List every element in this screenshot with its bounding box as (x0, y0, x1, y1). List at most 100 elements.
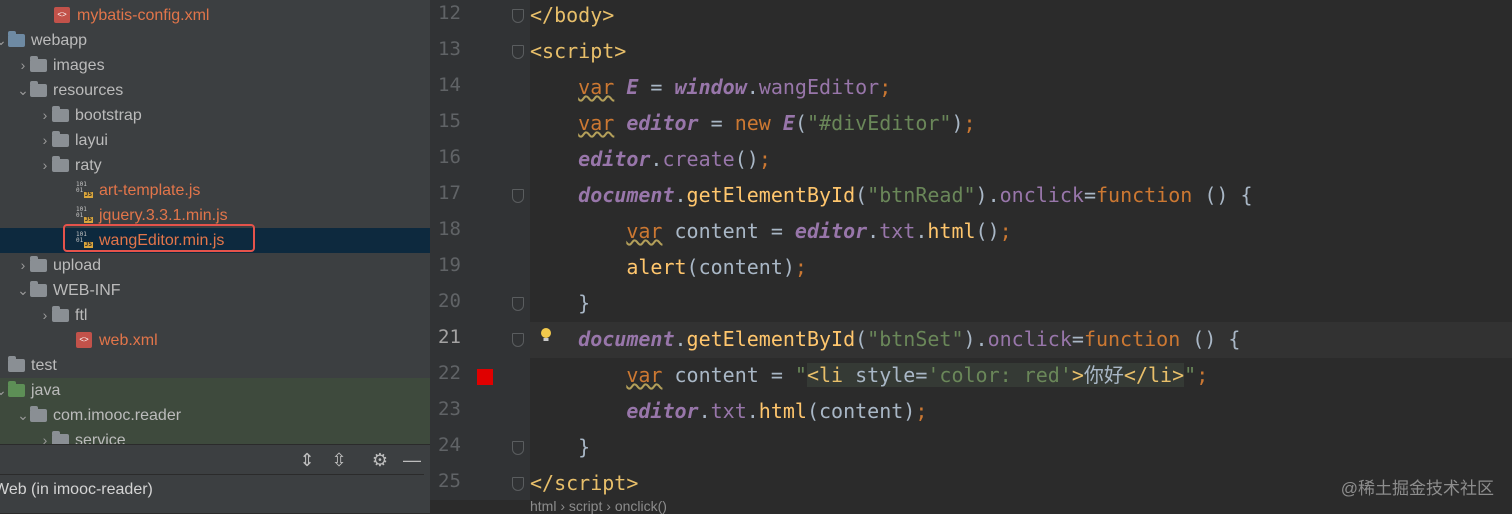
breadcrumb[interactable]: html › script › onclick() (530, 498, 667, 514)
chevron-down-icon[interactable]: ⌄ (0, 378, 8, 403)
project-toolbar: ⇕ ⇳ ⚙ — (0, 444, 430, 475)
breadcrumb-item[interactable]: html (530, 498, 556, 514)
tree-item-resources[interactable]: ⌄ resources (0, 78, 430, 103)
highlight-annotation-box (63, 224, 255, 252)
watermark: @稀土掘金技术社区 (1340, 479, 1494, 498)
chevron-right-icon[interactable]: › (38, 103, 52, 128)
tree-item-upload[interactable]: › upload (0, 253, 430, 278)
tree-item-label: images (53, 57, 105, 74)
tree-item-label: com.imooc.reader (53, 407, 182, 424)
tree-item-raty[interactable]: › raty (0, 153, 430, 178)
line-number: 13 (438, 38, 461, 60)
chevron-right-icon[interactable]: › (38, 153, 52, 178)
fold-marker-icon[interactable] (512, 441, 524, 455)
code-line-22: var content = "<li style='color: red'>你好… (626, 363, 1209, 387)
line-number: 14 (438, 74, 461, 96)
fold-marker-icon[interactable] (512, 9, 524, 23)
js-file-icon: 101 01 JS (76, 181, 93, 198)
fold-marker-icon[interactable] (512, 333, 524, 347)
chevron-right-icon[interactable]: › (38, 303, 52, 328)
breakpoint-icon[interactable] (477, 369, 493, 385)
chevron-down-icon[interactable]: ⌄ (16, 403, 30, 428)
line-number: 20 (438, 290, 461, 312)
code-line-25: </script> (530, 471, 639, 495)
code-line-19: alert(content); (626, 255, 807, 279)
tree-item-label: webapp (31, 32, 88, 49)
line-number: 18 (438, 218, 461, 240)
line-number: 19 (438, 254, 461, 276)
xml-file-icon: <> (76, 332, 93, 349)
code-line-21: document.getElementById("btnSet").onclic… (578, 327, 1241, 351)
tree-item-web-inf[interactable]: ⌄ WEB-INF (0, 278, 430, 303)
tree-item-java[interactable]: ⌄ java (0, 378, 430, 403)
tree-item-web-xml[interactable]: <> web.xml (0, 328, 430, 353)
line-number: 21 (438, 326, 461, 348)
tree-item-label: raty (75, 157, 102, 174)
tree-item-bootstrap[interactable]: › bootstrap (0, 103, 430, 128)
line-number: 16 (438, 146, 461, 168)
code-line-23: editor.txt.html(content); (626, 399, 928, 423)
tree-item-label: upload (53, 257, 102, 274)
xml-file-icon: <> (54, 7, 71, 24)
breadcrumb-item[interactable]: script (569, 498, 602, 514)
folder-icon (52, 106, 69, 124)
line-number: 25 (438, 470, 461, 492)
breadcrumb-item[interactable]: onclick() (615, 498, 667, 514)
chevron-right-icon[interactable]: › (16, 253, 30, 278)
tree-item-label: test (31, 357, 57, 374)
code-line-20: } (530, 291, 591, 315)
breadcrumb-separator-icon: › (556, 498, 569, 514)
tree-item-images[interactable]: › images (0, 53, 430, 78)
fold-marker-icon[interactable] (512, 297, 524, 311)
js-file-icon: 101 01 JS (76, 206, 93, 223)
line-number: 12 (438, 2, 461, 24)
folder-icon (52, 131, 69, 149)
tree-item-label: bootstrap (75, 107, 142, 124)
folder-icon (30, 81, 47, 99)
folder-icon (52, 156, 69, 174)
tree-item-label: mybatis-config.xml (77, 7, 210, 24)
code-line-14: var E = window.wangEditor; (578, 75, 892, 99)
chevron-right-icon[interactable]: › (38, 128, 52, 153)
tree-item-webapp[interactable]: ⌄ webapp (0, 28, 430, 53)
tree-item-layui[interactable]: › layui (0, 128, 430, 153)
editor-gutter: 12 13 14 15 16 17 18 19 20 21 22 23 24 25 (430, 0, 530, 500)
breadcrumb-separator-icon: › (602, 498, 615, 514)
folder-icon (30, 56, 47, 74)
tree-item-label: resources (53, 82, 124, 99)
gear-icon[interactable]: ⚙ (369, 449, 391, 471)
chevron-down-icon[interactable]: ⌄ (16, 78, 30, 103)
minimize-icon[interactable]: — (401, 449, 423, 471)
folder-icon (30, 256, 47, 274)
folder-icon (8, 356, 25, 374)
project-tree-panel: <> mybatis-config.xml ⌄ webapp › images ⌄ resou… (0, 0, 430, 513)
fold-marker-icon[interactable] (512, 45, 524, 59)
folder-icon (52, 306, 69, 324)
tree-item-label: art-template.js (99, 182, 201, 199)
tree-item-art-template-js[interactable]: 101 01 JS art-template.js (0, 178, 430, 203)
line-number: 24 (438, 434, 461, 456)
fold-marker-icon[interactable] (512, 189, 524, 203)
tree-item-ftl[interactable]: › ftl (0, 303, 430, 328)
line-number: 17 (438, 182, 461, 204)
tree-item-label: java (31, 382, 61, 399)
line-number: 22 (438, 362, 461, 384)
web-folder-icon (8, 31, 25, 49)
tree-item-label: layui (75, 132, 108, 149)
chevron-down-icon[interactable]: ⌄ (0, 28, 8, 53)
chevron-right-icon[interactable]: › (16, 53, 30, 78)
code-line-16: editor.create(); (578, 147, 771, 171)
code-line-18: var content = editor.txt.html(); (626, 219, 1012, 243)
status-bar-label: Web (in imooc-reader) (0, 474, 424, 513)
expand-all-icon[interactable]: ⇕ (296, 449, 318, 471)
chevron-down-icon[interactable]: ⌄ (16, 278, 30, 303)
tree-item-com-imooc-reader[interactable]: ⌄ com.imooc.reader (0, 403, 430, 428)
tree-item-test[interactable]: test (0, 353, 430, 378)
collapse-all-icon[interactable]: ⇳ (328, 449, 350, 471)
line-number: 23 (438, 398, 461, 420)
code-editor[interactable]: 12 13 14 15 16 17 18 19 20 21 22 23 24 25 </body> <sc… (430, 0, 1512, 513)
fold-marker-icon[interactable] (512, 477, 524, 491)
tree-item-mybatis-config-xml[interactable]: <> mybatis-config.xml (0, 3, 430, 28)
code-line-24: } (530, 435, 591, 459)
code-line-15: var editor = new E("#divEditor"); (578, 111, 976, 135)
